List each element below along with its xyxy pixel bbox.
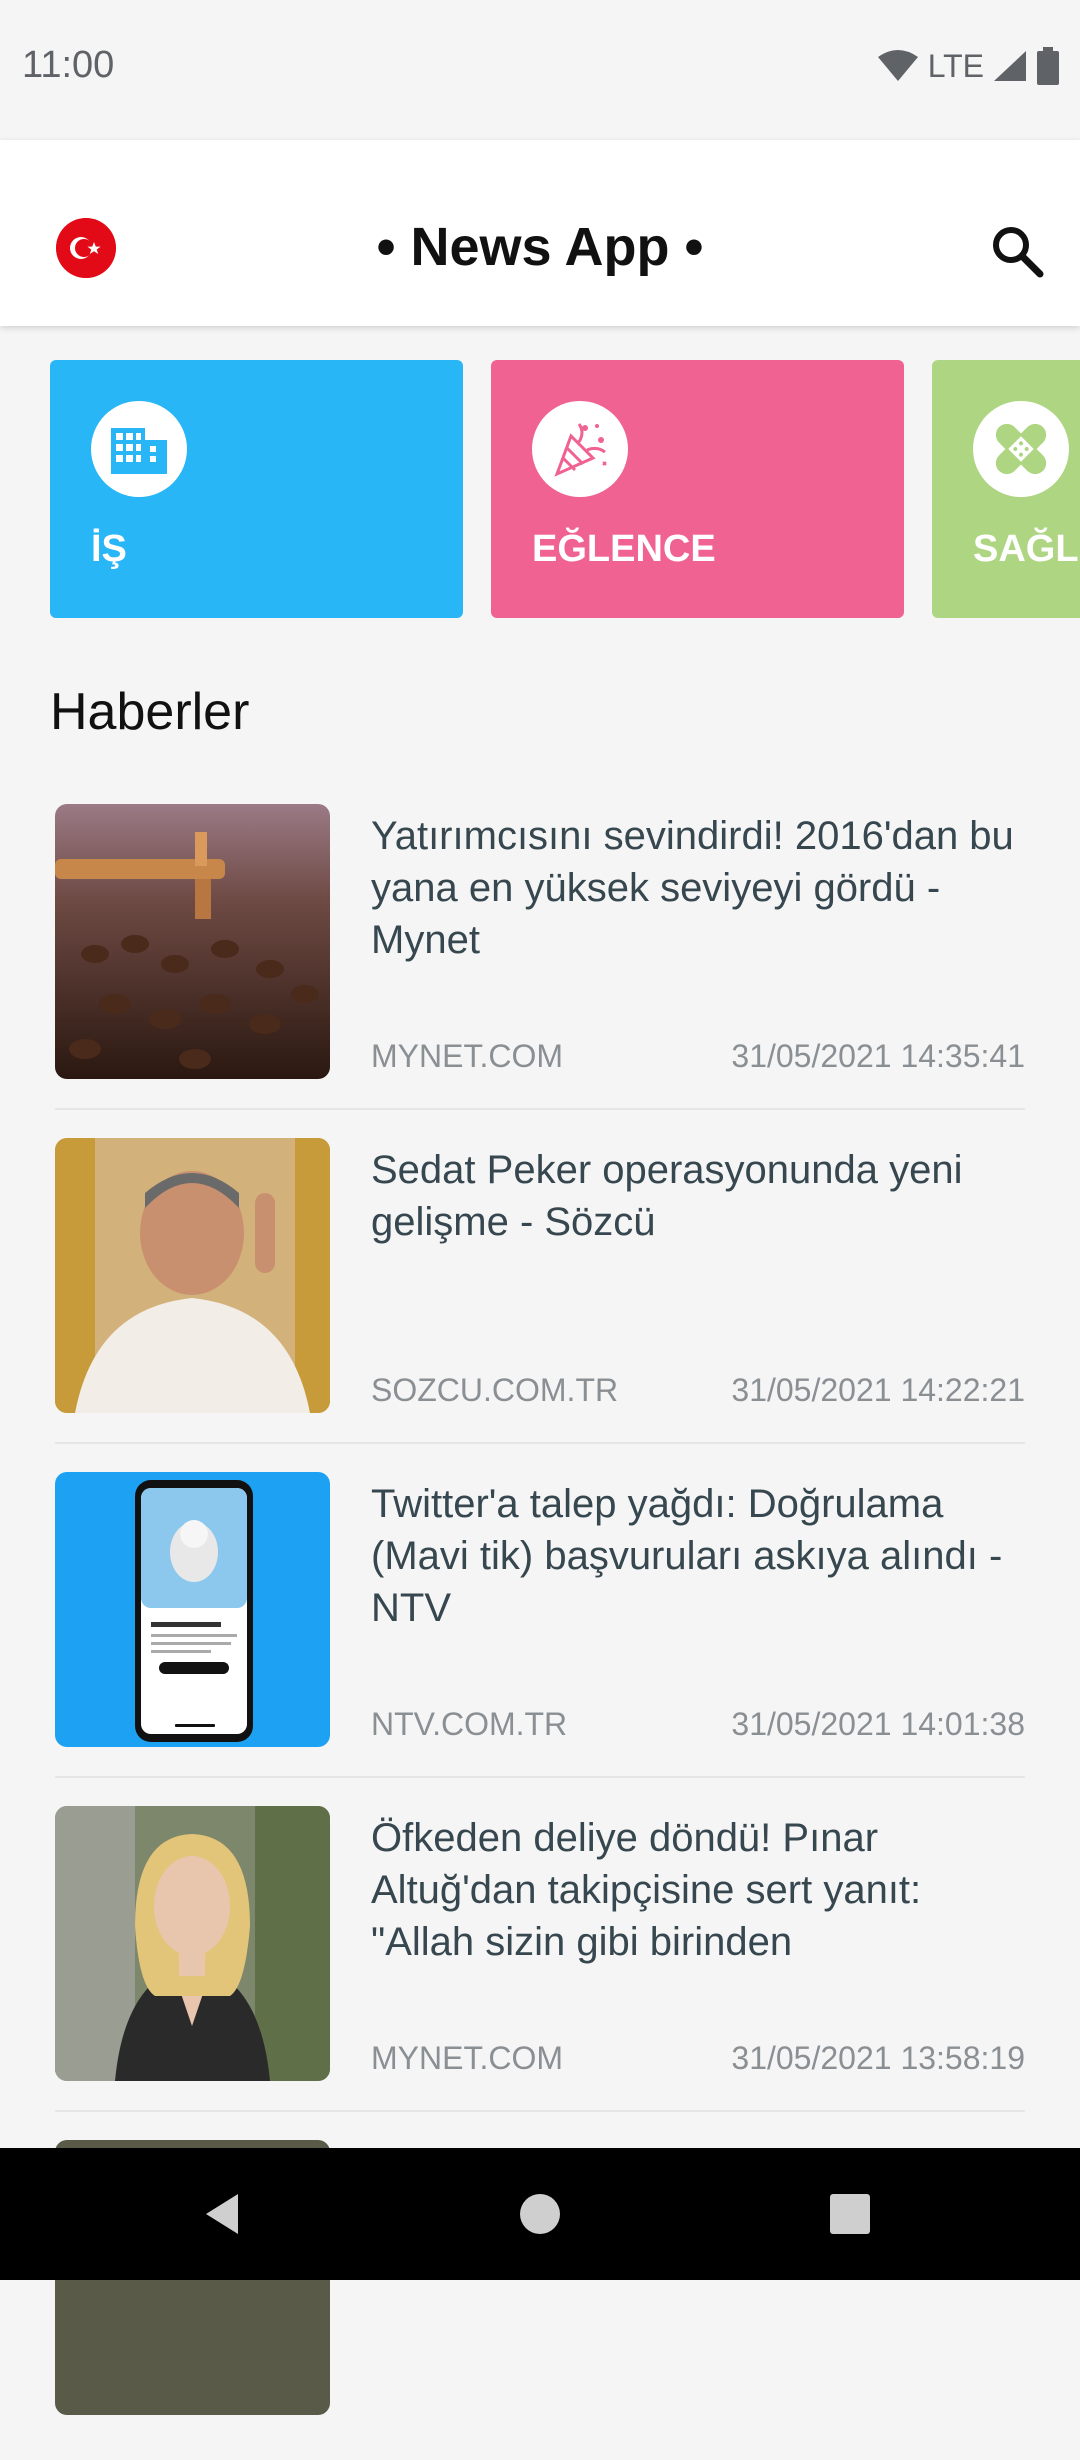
divider	[55, 1108, 1025, 1110]
home-button[interactable]	[510, 2184, 570, 2244]
news-date: 31/05/2021 14:35:41	[731, 1038, 1025, 1074]
status-bar: 11:00 LTE	[0, 0, 1080, 140]
news-thumbnail	[55, 1138, 330, 1413]
app-title: • News App •	[376, 217, 704, 277]
navigation-bar	[0, 2148, 1080, 2280]
battery-icon	[1037, 47, 1059, 85]
category-icon-circle	[973, 401, 1069, 497]
category-card-saglik[interactable]: SAĞLIK	[932, 360, 1080, 618]
app-bar: • News App •	[0, 140, 1080, 326]
building-icon	[111, 428, 167, 474]
recents-icon	[830, 2194, 870, 2234]
news-thumbnail	[55, 804, 330, 1079]
bandage-icon	[995, 423, 1047, 475]
status-icons: LTE	[876, 46, 1060, 86]
news-title: Twitter'a talep yağdı: Doğrulama (Mavi t…	[371, 1482, 1003, 1630]
recents-button[interactable]	[820, 2184, 880, 2244]
category-label: İŞ	[91, 528, 127, 570]
news-item[interactable]: Öfkeden deliye döndü! Pınar Altuğ'dan ta…	[55, 1792, 1025, 2126]
section-title: Haberler	[50, 683, 250, 741]
category-card-eglence[interactable]: EĞLENCE	[491, 360, 904, 618]
category-label: EĞLENCE	[532, 528, 716, 570]
divider	[55, 2110, 1025, 2112]
search-button[interactable]	[988, 222, 1046, 280]
news-title: Öfkeden deliye döndü! Pınar Altuğ'dan ta…	[371, 1816, 922, 1964]
news-date: 31/05/2021 14:01:38	[731, 1706, 1025, 1742]
network-label: LTE	[927, 47, 984, 84]
portrait-image	[55, 1138, 330, 1413]
news-date: 31/05/2021 14:22:21	[731, 1372, 1025, 1408]
search-icon	[993, 227, 1044, 278]
signal-icon	[994, 51, 1026, 81]
back-icon	[206, 2194, 238, 2234]
divider	[55, 1776, 1025, 1778]
news-item[interactable]: Yatırımcısını sevindirdi! 2016'dan bu ya…	[55, 790, 1025, 1124]
news-thumbnail	[55, 1472, 330, 1747]
back-button[interactable]	[196, 2184, 256, 2244]
news-source: SOZCU.COM.TR	[371, 1372, 619, 1408]
category-icon-circle	[91, 401, 187, 497]
woman-portrait-image	[55, 1806, 330, 2081]
wifi-icon	[877, 50, 918, 81]
category-card-is[interactable]: İŞ	[50, 360, 463, 618]
category-label: SAĞLIK	[973, 528, 1080, 570]
news-item[interactable]: Sedat Peker operasyonunda yeni gelişme -…	[55, 1124, 1025, 1458]
divider	[55, 1442, 1025, 1444]
news-source: NTV.COM.TR	[371, 1706, 568, 1742]
news-date: 31/05/2021 13:58:19	[731, 2040, 1025, 2076]
news-thumbnail	[55, 1806, 330, 2081]
news-item[interactable]: Twitter'a talep yağdı: Doğrulama (Mavi t…	[55, 1458, 1025, 1792]
news-title: Sedat Peker operasyonunda yeni gelişme -…	[371, 1148, 963, 1244]
twitter-phone-image	[55, 1472, 330, 1747]
category-carousel[interactable]: İŞ EĞLENCE SAĞL	[0, 360, 1080, 620]
status-time: 11:00	[22, 44, 115, 86]
news-title: Yatırımcısını sevindirdi! 2016'dan bu ya…	[371, 814, 1014, 962]
news-source: MYNET.COM	[371, 1038, 563, 1074]
home-icon	[520, 2194, 560, 2234]
news-source: MYNET.COM	[371, 2040, 563, 2076]
party-popper-icon	[554, 423, 607, 477]
coffee-beans-image	[55, 804, 330, 1079]
category-icon-circle	[532, 401, 628, 497]
